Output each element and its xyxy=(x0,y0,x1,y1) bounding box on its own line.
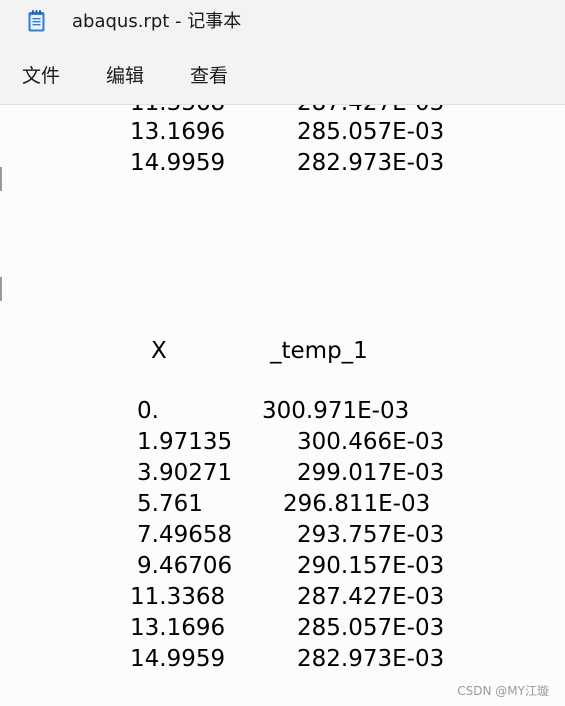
report-value-cell: 285.057E-03 xyxy=(297,615,445,641)
report-x-cell: 7.49658 xyxy=(137,522,233,548)
column-header-temp: _temp_1 xyxy=(270,338,368,364)
report-x-cell: 13.1696 xyxy=(130,119,226,145)
report-x-cell: 1.97135 xyxy=(137,429,233,455)
report-value-cell: 287.427E-03 xyxy=(297,584,445,610)
report-value-cell: 300.466E-03 xyxy=(297,429,445,455)
report-value-cell: 282.973E-03 xyxy=(297,646,445,672)
edge-marker xyxy=(0,167,2,191)
report-x-cell: 14.9959 xyxy=(130,150,226,176)
menu-file[interactable]: 文件 xyxy=(22,64,60,88)
report-x-cell: 11.3368 xyxy=(130,105,225,117)
menu-bar: 文件 编辑 查看 xyxy=(0,44,565,105)
window-title: abaqus.rpt - 记事本 xyxy=(72,11,242,32)
report-value-cell: 290.157E-03 xyxy=(297,553,445,579)
report-x-cell: 14.9959 xyxy=(130,646,226,672)
title-bar[interactable]: abaqus.rpt - 记事本 xyxy=(0,0,565,44)
report-x-cell: 11.3368 xyxy=(130,584,226,610)
report-x-cell: 9.46706 xyxy=(137,553,233,579)
text-editor[interactable]: 11.3368 287.427E-03 13.1696 285.057E-03 … xyxy=(0,105,565,706)
report-value-cell: 282.973E-03 xyxy=(297,150,445,176)
report-x-cell: 0. xyxy=(137,398,159,424)
report-x-cell: 13.1696 xyxy=(130,615,226,641)
menu-view[interactable]: 查看 xyxy=(190,64,228,88)
report-value-cell: 296.811E-03 xyxy=(283,491,431,517)
menu-edit[interactable]: 编辑 xyxy=(106,64,144,88)
report-value-cell: 299.017E-03 xyxy=(297,460,445,486)
report-value-cell: 285.057E-03 xyxy=(297,119,445,145)
column-header-x: X xyxy=(151,338,167,364)
report-x-cell: 5.761 xyxy=(137,491,203,517)
edge-marker xyxy=(0,277,2,301)
report-value-cell: 287.427E-03 xyxy=(297,105,444,117)
report-value-cell: 300.971E-03 xyxy=(262,398,410,424)
report-x-cell: 3.90271 xyxy=(137,460,233,486)
notepad-icon xyxy=(28,10,45,32)
report-value-cell: 293.757E-03 xyxy=(297,522,445,548)
watermark: CSDN @MY江璇 xyxy=(457,684,549,698)
